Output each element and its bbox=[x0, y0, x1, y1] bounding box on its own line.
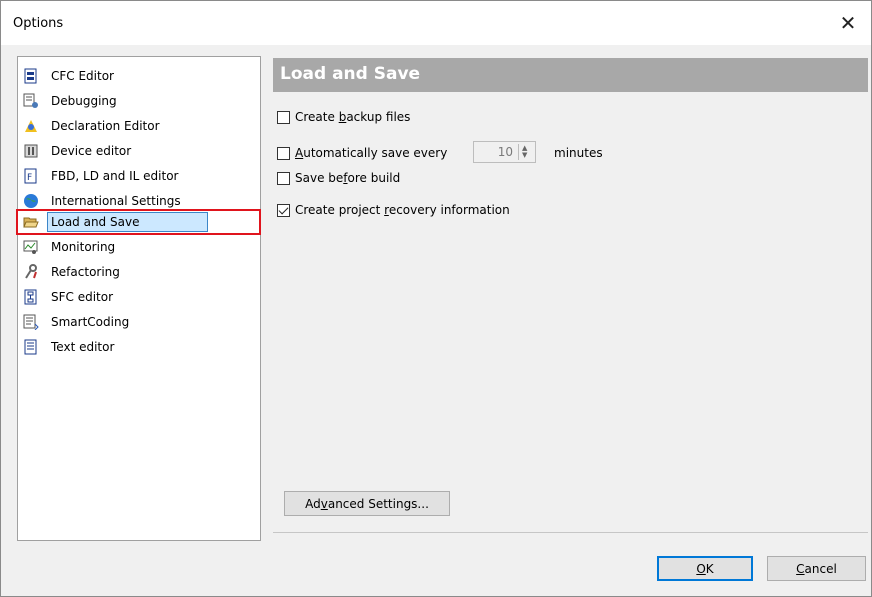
fbd-ld-il-editor-icon: F bbox=[24, 168, 37, 184]
sidebar-item-label: CFC Editor bbox=[51, 69, 114, 83]
sidebar-item-label: Device editor bbox=[51, 144, 132, 158]
checkbox-label: Create backup files bbox=[295, 110, 411, 124]
checkbox-box[interactable] bbox=[277, 203, 290, 217]
sidebar-item-international-settings[interactable]: International Settings bbox=[18, 191, 258, 211]
checkbox-box[interactable] bbox=[277, 171, 290, 185]
sidebar-item-monitoring[interactable]: Monitoring bbox=[18, 237, 258, 257]
divider bbox=[273, 532, 868, 533]
device-editor-icon bbox=[24, 144, 38, 158]
sidebar-item-label: Text editor bbox=[51, 340, 115, 354]
button-label: OK bbox=[696, 561, 714, 576]
create-backup-files-checkbox[interactable]: Create backup files bbox=[277, 110, 410, 124]
sidebar-item-text-editor[interactable]: Text editor bbox=[18, 337, 258, 357]
autosave-checkbox[interactable]: Automatically save every bbox=[277, 146, 447, 160]
sidebar-item-load-and-save[interactable]: Load and Save bbox=[16, 209, 261, 235]
minutes-label: minutes bbox=[554, 146, 603, 160]
sidebar-item-label: SFC editor bbox=[51, 290, 114, 304]
sidebar-item-fbd-ld-il-editor[interactable]: F FBD, LD and IL editor bbox=[18, 166, 258, 186]
sidebar-item-label: SmartCoding bbox=[51, 315, 130, 329]
sidebar-item-label: Monitoring bbox=[51, 240, 116, 254]
category-list[interactable]: CFC Editor Debugging Declaration Editor … bbox=[16, 56, 261, 541]
options-dialog: Options ✕ CFC Editor Debugging Declarati… bbox=[0, 0, 872, 597]
refactoring-icon bbox=[25, 264, 37, 279]
sidebar-item-smartcoding[interactable]: SmartCoding bbox=[18, 312, 258, 332]
close-icon: ✕ bbox=[839, 11, 857, 35]
autosave-minutes-spinner[interactable]: 10 ▲ ▼ bbox=[473, 141, 536, 163]
dialog-title: Options bbox=[13, 16, 64, 31]
globe-icon bbox=[24, 194, 38, 208]
sidebar-item-device-editor[interactable]: Device editor bbox=[18, 141, 258, 161]
checkbox-label: Automatically save every bbox=[295, 146, 448, 160]
close-button[interactable]: ✕ bbox=[825, 1, 871, 45]
section-title: Load and Save bbox=[280, 64, 421, 84]
spinner-value: 10 bbox=[497, 145, 513, 159]
cancel-button[interactable]: Cancel bbox=[767, 556, 866, 581]
sidebar-item-declaration-editor[interactable]: Declaration Editor bbox=[18, 116, 258, 136]
checkbox-box[interactable] bbox=[277, 146, 290, 160]
checkbox-box[interactable] bbox=[277, 110, 290, 124]
ok-button[interactable]: OK bbox=[657, 556, 753, 581]
sidebar-item-refactoring[interactable]: Refactoring bbox=[18, 262, 258, 282]
button-label: Cancel bbox=[796, 561, 837, 576]
spinner-arrows: ▲ ▼ bbox=[518, 144, 533, 160]
highlight-annotation-box bbox=[16, 209, 261, 235]
spinner-down-icon[interactable]: ▼ bbox=[522, 152, 527, 159]
svg-text:F: F bbox=[27, 173, 32, 183]
declaration-editor-icon bbox=[25, 120, 37, 132]
smartcoding-icon bbox=[23, 314, 39, 330]
checkbox-label: Save before build bbox=[295, 171, 401, 185]
sidebar-item-label: FBD, LD and IL editor bbox=[51, 169, 179, 183]
debugging-icon bbox=[23, 93, 38, 108]
sidebar-item-sfc-editor[interactable]: SFC editor bbox=[18, 287, 258, 307]
checkbox-label: Create project recovery information bbox=[295, 203, 510, 217]
advanced-settings-button[interactable]: Advanced Settings... bbox=[284, 491, 450, 516]
monitoring-icon bbox=[23, 240, 38, 254]
button-label: Advanced Settings... bbox=[305, 496, 429, 511]
sidebar-item-label: Declaration Editor bbox=[51, 119, 160, 133]
sidebar-item-label: Refactoring bbox=[51, 265, 120, 279]
save-before-build-checkbox[interactable]: Save before build bbox=[277, 171, 400, 185]
sidebar-item-label: Debugging bbox=[51, 94, 117, 108]
sidebar-item-cfc-editor[interactable]: CFC Editor bbox=[18, 66, 258, 86]
text-editor-icon bbox=[24, 339, 37, 355]
cfc-editor-icon bbox=[24, 68, 37, 84]
create-recovery-info-checkbox[interactable]: Create project recovery information bbox=[277, 203, 510, 217]
sidebar-item-label: International Settings bbox=[51, 194, 181, 208]
sfc-editor-icon bbox=[24, 289, 37, 305]
sidebar-item-debugging[interactable]: Debugging bbox=[18, 91, 258, 111]
title-bar: Options ✕ bbox=[1, 1, 871, 45]
section-header: Load and Save bbox=[273, 58, 868, 92]
